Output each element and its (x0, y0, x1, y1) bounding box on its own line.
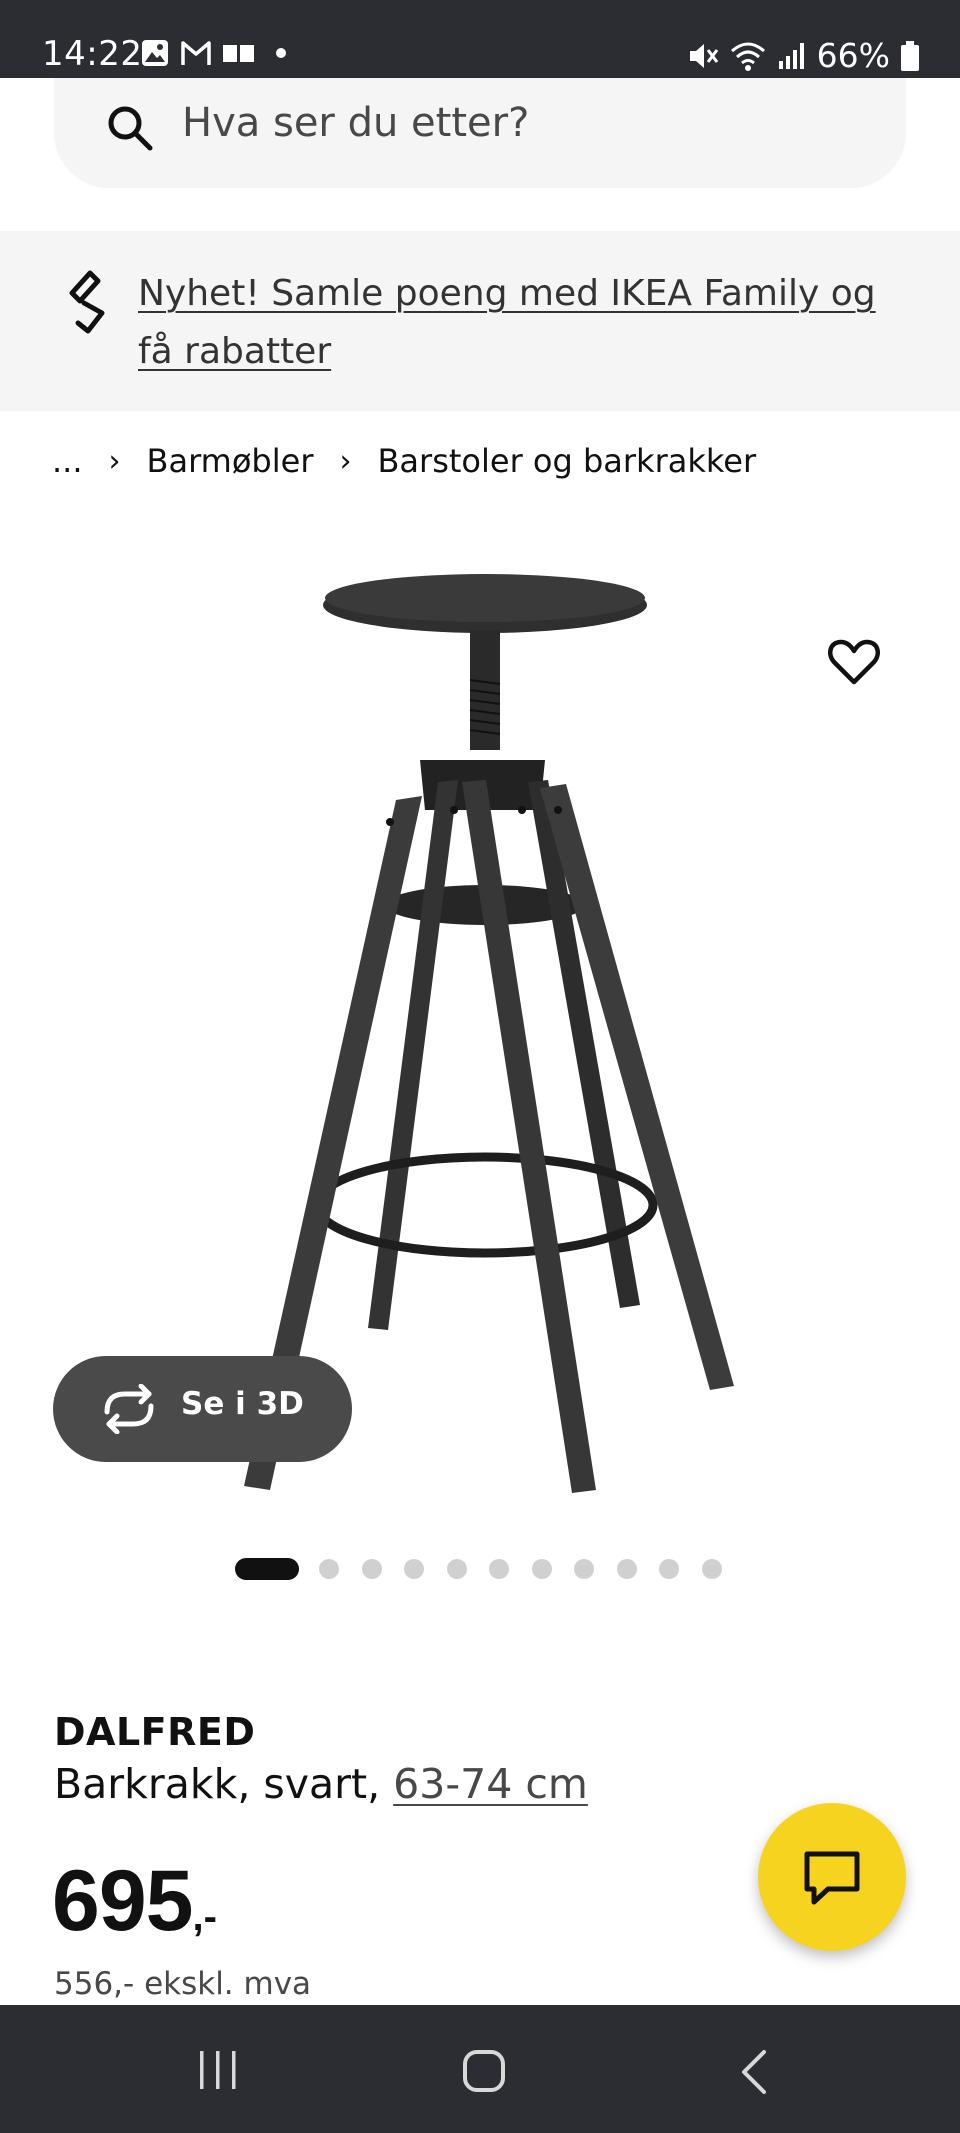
gmail-icon (181, 41, 211, 65)
chevron-right-icon: › (108, 443, 121, 479)
breadcrumb-ellipsis[interactable]: ... (52, 442, 83, 480)
battery-icon (901, 40, 919, 71)
product-price: 695,- (52, 1852, 217, 1951)
pagination-dot[interactable] (701, 1559, 722, 1579)
breadcrumb-barmobler[interactable]: Barmøbler (147, 442, 314, 480)
rotate-3d-icon (104, 1384, 154, 1434)
news-icon (223, 45, 254, 62)
heart-icon[interactable] (826, 634, 882, 690)
status-right: 66% (687, 36, 920, 75)
product-type: Barkrakk, svart, (54, 1760, 381, 1808)
product-description: Barkrakk, svart, 63-74 cm (54, 1760, 588, 1808)
chat-button[interactable] (758, 1803, 906, 1951)
signal-icon (778, 42, 804, 69)
pagination-dot[interactable] (574, 1559, 594, 1579)
status-left-icons (140, 38, 292, 68)
back-icon[interactable] (738, 2049, 768, 2095)
pagination-dot[interactable] (446, 1559, 467, 1579)
pagination-dot[interactable] (531, 1559, 552, 1579)
wifi-icon (730, 42, 765, 71)
price-excl-vat: 556,- ekskl. mva (54, 1966, 312, 2002)
battery-percent: 66% (816, 36, 890, 75)
view-3d-button[interactable]: Se i 3D (53, 1356, 352, 1462)
search-placeholder: Hva ser du etter? (182, 100, 530, 146)
price-value: 695 (52, 1853, 193, 1949)
search-bar[interactable]: Hva ser du etter? (54, 78, 906, 188)
chat-icon (804, 1851, 860, 1905)
system-nav-bar (0, 2005, 960, 2133)
promo-link[interactable]: Nyhet! Samle poeng med IKEA Family og få… (138, 265, 918, 381)
home-icon[interactable] (462, 2049, 506, 2093)
breadcrumb: ... › Barmøbler › Barstoler og barkrakke… (52, 442, 756, 480)
mute-icon (689, 43, 718, 68)
pagination-dot-active[interactable] (235, 1558, 299, 1580)
pagination-dot[interactable] (361, 1559, 382, 1579)
price-suffix: ,- (192, 1895, 217, 1939)
pagination-dot[interactable] (404, 1559, 424, 1579)
pagination-dot[interactable] (659, 1559, 679, 1579)
pagination-dot[interactable] (489, 1559, 509, 1579)
search-icon (108, 106, 153, 151)
image-pagination (235, 1558, 744, 1580)
chevron-right-icon: › (339, 443, 352, 479)
view-3d-label: Se i 3D (181, 1386, 304, 1422)
promo-banner[interactable]: Nyhet! Samle poeng med IKEA Family og få… (0, 231, 960, 411)
link-icon (69, 270, 105, 334)
status-bar: 14:22 66% (0, 0, 960, 78)
breadcrumb-barstoler[interactable]: Barstoler og barkrakker (377, 442, 756, 480)
recents-icon[interactable] (196, 2049, 240, 2091)
gallery-icon (142, 40, 168, 66)
product-name: DALFRED (54, 1710, 256, 1754)
dot-icon (276, 48, 286, 58)
status-time: 14:22 (42, 34, 143, 74)
pagination-dot[interactable] (616, 1559, 637, 1579)
product-size-link[interactable]: 63-74 cm (393, 1760, 588, 1808)
pagination-dot[interactable] (319, 1559, 339, 1579)
